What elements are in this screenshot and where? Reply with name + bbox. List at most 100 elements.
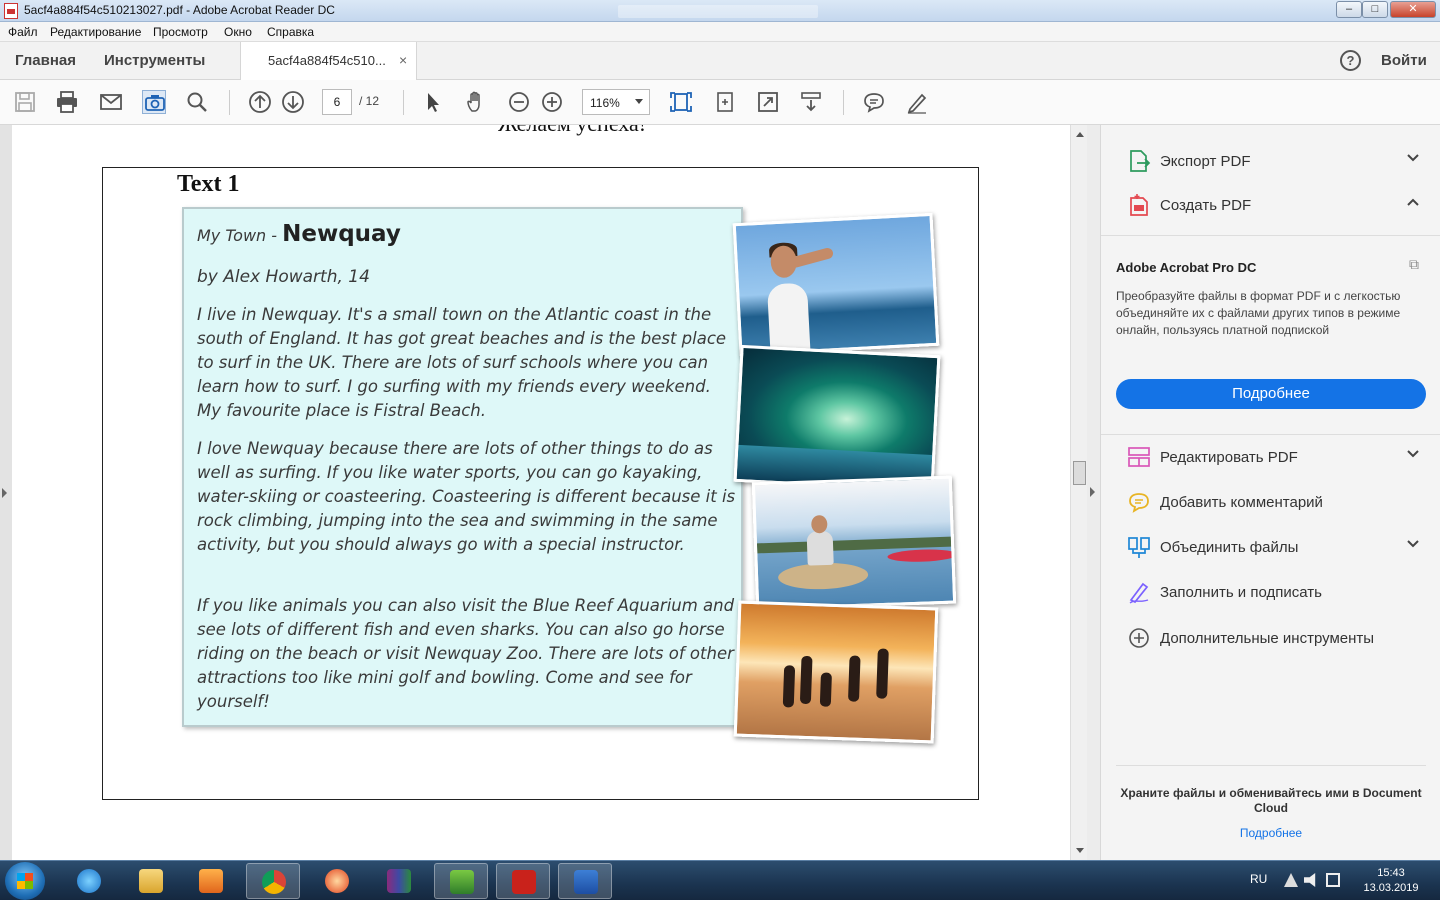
chrome-icon — [262, 870, 286, 894]
menu-bar: Файл Редактирование Просмотр Окно Справк… — [0, 22, 1440, 42]
volume-icon[interactable] — [1304, 873, 1316, 887]
export-pdf-item[interactable]: Экспорт PDF — [1101, 141, 1440, 181]
photo-figure — [876, 648, 889, 699]
taskbar-winrar[interactable] — [372, 863, 426, 899]
add-comment-item[interactable]: Добавить комментарий — [1101, 482, 1440, 522]
zoom-select[interactable]: 116% — [582, 89, 650, 115]
network-icon[interactable] — [1326, 873, 1340, 887]
cloud-learn-more-link[interactable]: Подробнее — [1116, 826, 1426, 840]
document-viewport[interactable]: Желаем успеха! Text 1 My Town - Newquay … — [0, 125, 1070, 860]
menu-edit[interactable]: Редактирование — [50, 25, 141, 39]
collapse-panel-icon[interactable] — [1090, 487, 1095, 497]
print-icon[interactable] — [55, 90, 79, 114]
create-pdf-item[interactable]: Создать PDF — [1101, 185, 1440, 225]
help-icon[interactable]: ? — [1340, 50, 1361, 71]
edit-pdf-item[interactable]: Редактировать PDF — [1101, 437, 1440, 477]
minimize-button[interactable]: – — [1336, 1, 1362, 18]
scroll-down-icon[interactable] — [1076, 848, 1084, 853]
taskbar-chrome[interactable] — [246, 863, 300, 899]
read-mode-icon[interactable] — [799, 90, 823, 114]
photo-detail — [887, 548, 957, 563]
heading-prefix: My Town - — [197, 226, 283, 245]
edit-pdf-icon — [1128, 447, 1150, 467]
taskbar-ie[interactable] — [62, 863, 116, 899]
scroll-thumb[interactable] — [1073, 461, 1086, 485]
photo-detail — [766, 282, 811, 357]
save-icon[interactable] — [13, 90, 37, 114]
zoom-out-icon[interactable] — [507, 90, 531, 114]
sign-pen-icon[interactable] — [905, 90, 929, 114]
fill-sign-pen-icon — [1129, 582, 1149, 604]
menu-help[interactable]: Справка — [267, 25, 314, 39]
menu-file[interactable]: Файл — [8, 25, 38, 39]
tab-home[interactable]: Главная — [15, 52, 76, 69]
taskbar-validation-app[interactable] — [434, 863, 488, 899]
document-cloud-promo: Храните файлы и обменивайтесь ими в Docu… — [1116, 765, 1426, 840]
taskbar-acrobat[interactable] — [496, 863, 550, 899]
hand-tool-icon[interactable] — [464, 90, 488, 114]
panel-splitter[interactable] — [1087, 125, 1100, 860]
toolbar-separator — [843, 90, 844, 115]
scroll-up-icon[interactable] — [1076, 132, 1084, 137]
checkmark-app-icon — [450, 870, 474, 894]
tab-document[interactable]: 5acf4a884f54c510... × — [240, 42, 417, 80]
tab-tools[interactable]: Инструменты — [104, 52, 205, 69]
create-pdf-icon — [1130, 194, 1148, 216]
export-pdf-label: Экспорт PDF — [1160, 153, 1251, 170]
toolbar-separator — [229, 90, 230, 115]
rotate-view-icon[interactable] — [713, 90, 737, 114]
sign-in-button[interactable]: Войти — [1381, 52, 1427, 69]
snapshot-camera-icon[interactable] — [142, 90, 166, 114]
chevron-up-icon — [1407, 198, 1419, 206]
toolbar-separator — [403, 90, 404, 115]
promo-learn-more-button[interactable]: Подробнее — [1116, 379, 1426, 409]
close-window-button[interactable]: ✕ — [1390, 1, 1436, 18]
promo-dismiss-icon[interactable]: ⧉ — [1409, 256, 1419, 273]
title-bar: 5acf4a884f54c510213027.pdf - Adobe Acrob… — [0, 0, 1440, 22]
maximize-button[interactable]: □ — [1362, 1, 1388, 18]
article-paragraph-2: I love Newquay because there are lots of… — [197, 439, 736, 554]
comment-bubble-icon — [1129, 493, 1149, 513]
article-byline: by Alex Howarth, 14 — [197, 267, 370, 287]
tray-clock[interactable]: 15:43 13.03.2019 — [1355, 866, 1427, 896]
tray-chevron-icon[interactable] — [1284, 873, 1298, 887]
email-icon[interactable] — [99, 90, 123, 114]
export-pdf-icon — [1130, 150, 1151, 172]
fit-page-icon[interactable] — [669, 90, 693, 114]
taskbar: RU 15:43 13.03.2019 — [0, 860, 1440, 900]
promo-title: Adobe Acrobat Pro DC — [1116, 260, 1257, 275]
taskbar-ccleaner[interactable] — [310, 863, 364, 899]
close-tab-icon[interactable]: × — [399, 52, 407, 68]
more-tools-item[interactable]: Дополнительные инструменты — [1101, 618, 1440, 658]
taskbar-media-player[interactable] — [184, 863, 238, 899]
taskbar-explorer[interactable] — [124, 863, 178, 899]
acrobat-icon — [512, 870, 536, 894]
language-indicator[interactable]: RU — [1250, 872, 1267, 886]
full-screen-icon[interactable] — [756, 90, 780, 114]
comment-icon[interactable] — [862, 90, 886, 114]
winrar-icon — [387, 869, 411, 893]
page-number-input[interactable]: 6 — [322, 89, 352, 115]
photo-man-at-sea — [732, 212, 940, 357]
select-cursor-icon[interactable] — [421, 90, 445, 114]
zoom-in-icon[interactable] — [540, 90, 564, 114]
menu-view[interactable]: Просмотр — [153, 25, 208, 39]
add-circle-icon — [1129, 628, 1149, 648]
taskbar-word[interactable] — [558, 863, 612, 899]
previous-page-icon[interactable] — [248, 90, 272, 114]
promo-description: Преобразуйте файлы в формат PDF и с легк… — [1116, 289, 1401, 337]
vertical-scrollbar[interactable] — [1070, 125, 1087, 860]
pdf-page: Желаем успеха! Text 1 My Town - Newquay … — [12, 125, 1070, 860]
start-button[interactable] — [5, 862, 45, 900]
combine-files-item[interactable]: Объединить файлы — [1101, 527, 1440, 567]
article-paragraph-1: I live in Newquay. It's a small town on … — [197, 305, 727, 420]
fill-sign-item[interactable]: Заполнить и подписать — [1101, 572, 1440, 612]
menu-window[interactable]: Окно — [224, 25, 252, 39]
acrobat-pro-promo: Adobe Acrobat Pro DC ⧉ Преобразуйте файл… — [1101, 235, 1440, 435]
left-panel-toggle-icon[interactable] — [2, 488, 7, 498]
search-icon[interactable] — [185, 90, 209, 114]
clock-date: 13.03.2019 — [1363, 882, 1419, 894]
folder-icon — [139, 869, 163, 893]
photo-detail — [806, 530, 834, 566]
next-page-icon[interactable] — [281, 90, 305, 114]
